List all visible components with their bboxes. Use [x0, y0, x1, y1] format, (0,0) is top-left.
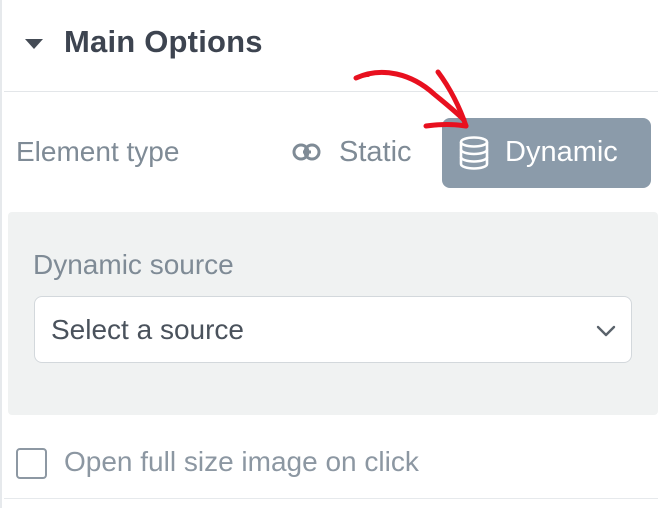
open-full-size-checkbox[interactable] — [16, 448, 47, 479]
caret-down-icon[interactable] — [25, 39, 43, 49]
main-options-panel: Main Options Element type Static Dynamic… — [0, 0, 658, 508]
dynamic-source-select[interactable]: Select a source — [34, 296, 632, 363]
main-options-header[interactable]: Main Options — [4, 0, 658, 92]
open-full-size-label[interactable]: Open full size image on click — [64, 446, 419, 478]
database-icon — [459, 136, 489, 170]
dynamic-source-panel: Dynamic source Select a source — [8, 212, 658, 415]
divider — [4, 498, 658, 499]
dynamic-option-label: Dynamic — [505, 136, 618, 168]
dynamic-source-label: Dynamic source — [33, 249, 234, 280]
link-icon — [292, 143, 321, 161]
chevron-down-icon — [596, 325, 616, 337]
static-option-label: Static — [339, 136, 412, 168]
static-option-button[interactable]: Static — [282, 120, 438, 186]
dynamic-source-value: Select a source — [51, 314, 244, 345]
element-type-label: Element type — [16, 136, 180, 167]
section-title: Main Options — [64, 24, 263, 59]
dynamic-option-button[interactable]: Dynamic — [442, 118, 651, 188]
